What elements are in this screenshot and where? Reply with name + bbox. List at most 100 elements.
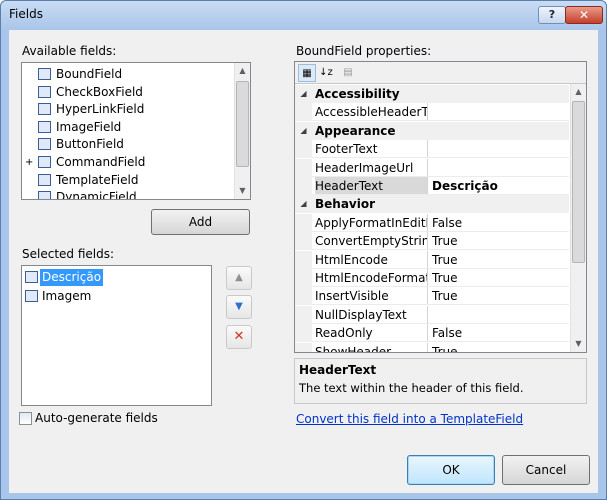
property-grid[interactable]: ▦ ↓z ▤ ◢AccessibilityAccessibleHeaderTex…: [294, 61, 587, 353]
available-field-item[interactable]: CheckBoxField: [26, 84, 226, 101]
arrow-up-icon: ▲: [235, 272, 243, 283]
property-row[interactable]: ReadOnly False: [295, 324, 569, 343]
buttonfield-icon: [38, 138, 51, 151]
available-field-label: CheckBoxField: [56, 84, 143, 99]
autogenerate-checkbox[interactable]: [19, 412, 32, 425]
property-row[interactable]: HeaderImageUrl: [295, 158, 569, 177]
scroll-down-icon[interactable]: ▼: [235, 183, 250, 199]
property-value[interactable]: True: [432, 251, 458, 269]
property-value[interactable]: False: [432, 214, 462, 232]
available-field-label: TemplateField: [56, 172, 139, 187]
help-button[interactable]: ?: [538, 6, 566, 24]
property-row[interactable]: InsertVisible True: [295, 287, 569, 306]
property-name: AccessibleHeaderTex: [315, 103, 428, 122]
collapse-icon[interactable]: ◢: [295, 121, 312, 140]
property-description-panel: HeaderText The text within the header of…: [294, 358, 587, 404]
property-name: HtmlEncodeFormatSt: [315, 269, 428, 287]
property-category[interactable]: ◢ Appearance: [295, 121, 569, 140]
available-field-item[interactable]: + CommandField: [25, 154, 226, 171]
available-scrollbar[interactable]: ▲ ▼: [234, 63, 250, 199]
delete-field-button[interactable]: ✕: [226, 325, 252, 349]
description-text: The text within the header of this field…: [299, 381, 524, 395]
property-name: HeaderText: [315, 177, 428, 195]
available-field-item[interactable]: TemplateField: [26, 172, 226, 189]
row-gutter: [295, 324, 312, 343]
category-name: Behavior: [315, 197, 376, 212]
selected-field-label: Descrição: [40, 269, 104, 286]
property-row[interactable]: ApplyFormatInEditMoFalse: [295, 213, 569, 232]
scroll-down-icon[interactable]: ▼: [571, 336, 586, 352]
row-gutter: [295, 177, 312, 195]
ok-button[interactable]: OK: [407, 455, 495, 485]
arrow-down-icon: ▼: [235, 301, 243, 312]
scroll-thumb[interactable]: [572, 101, 585, 263]
property-name: InsertVisible: [315, 287, 428, 306]
property-value[interactable]: True: [432, 287, 458, 305]
cancel-button[interactable]: Cancel: [502, 455, 590, 485]
property-row[interactable]: HeaderText Descrição: [295, 177, 569, 195]
scroll-up-icon[interactable]: ▲: [571, 84, 586, 100]
boundfield-icon: [38, 68, 51, 80]
property-name: FooterText: [315, 140, 428, 159]
selected-field-item[interactable]: Descrição: [25, 269, 205, 286]
available-field-label: ImageField: [56, 119, 122, 134]
selected-field-item[interactable]: Imagem: [25, 288, 205, 305]
collapse-icon[interactable]: ◢: [295, 195, 312, 214]
property-grid-toolbar: ▦ ↓z ▤: [295, 62, 586, 84]
alphabetical-sort-icon[interactable]: ↓z: [317, 64, 335, 82]
property-value[interactable]: True: [432, 343, 458, 352]
available-field-item[interactable]: ButtonField: [26, 136, 226, 153]
scroll-up-icon[interactable]: ▲: [235, 63, 250, 79]
available-field-item[interactable]: DynamicField: [26, 189, 226, 200]
move-down-button[interactable]: ▼: [226, 295, 252, 319]
available-field-item[interactable]: HyperLinkField: [26, 101, 226, 118]
available-field-item[interactable]: ImageField: [26, 119, 226, 136]
expand-icon[interactable]: +: [25, 154, 34, 171]
row-gutter: [295, 250, 312, 269]
collapse-icon[interactable]: ◢: [295, 85, 312, 103]
property-pages-icon[interactable]: ▤: [339, 64, 357, 82]
property-row[interactable]: HtmlEncodeFormatStTrue: [295, 269, 569, 287]
categorized-view-icon[interactable]: ▦: [298, 64, 316, 82]
available-field-label: DynamicField: [56, 190, 137, 200]
property-row[interactable]: AccessibleHeaderTex: [295, 103, 569, 122]
imagefield-icon: [38, 120, 51, 133]
autogenerate-label: Auto-generate fields: [35, 411, 158, 425]
row-gutter: [295, 342, 312, 352]
property-value[interactable]: True: [432, 232, 458, 250]
add-button[interactable]: Add: [151, 209, 250, 235]
row-gutter: [295, 305, 312, 324]
row-gutter: [295, 103, 312, 122]
property-name: HeaderImageUrl: [315, 158, 428, 177]
commandfield-icon: [38, 156, 51, 168]
property-scrollbar[interactable]: ▲ ▼: [570, 84, 586, 352]
property-row[interactable]: HtmlEncode True: [295, 250, 569, 269]
available-field-item[interactable]: BoundField: [26, 66, 226, 83]
property-category[interactable]: ◢ Accessibility: [295, 85, 569, 103]
checkboxfield-icon: [38, 85, 51, 98]
row-gutter: [295, 232, 312, 251]
fields-dialog: Fields ? ✕ Available fields: BoundField C…: [0, 0, 607, 500]
description-title: HeaderText: [299, 363, 377, 377]
property-value[interactable]: False: [432, 324, 462, 342]
available-fields-tree[interactable]: BoundField CheckBoxField HyperLinkField Ima…: [21, 62, 251, 200]
convert-templatefield-link[interactable]: Convert this field into a TemplateField: [296, 412, 523, 426]
scroll-thumb[interactable]: [236, 81, 249, 167]
property-value[interactable]: Descrição: [432, 177, 498, 195]
property-row[interactable]: ConvertEmptyStringTTrue: [295, 232, 569, 251]
property-row[interactable]: FooterText: [295, 140, 569, 159]
property-name: ConvertEmptyStringT: [315, 232, 428, 251]
selected-fields-list[interactable]: Descrição Imagem: [21, 265, 212, 406]
dynamicfield-icon: [38, 191, 51, 199]
row-gutter: [295, 269, 312, 287]
available-field-label: ButtonField: [56, 137, 124, 152]
boundfield-icon: [25, 271, 38, 283]
dialog-title: Fields: [9, 7, 43, 21]
close-button[interactable]: ✕: [565, 6, 603, 24]
move-up-button[interactable]: ▲: [226, 266, 252, 290]
property-value[interactable]: True: [432, 269, 458, 287]
property-category[interactable]: ◢ Behavior: [295, 195, 569, 214]
property-row[interactable]: NullDisplayText: [295, 305, 569, 324]
property-row[interactable]: ShowHeader True: [295, 342, 569, 352]
title-bar[interactable]: Fields ? ✕: [1, 1, 606, 29]
